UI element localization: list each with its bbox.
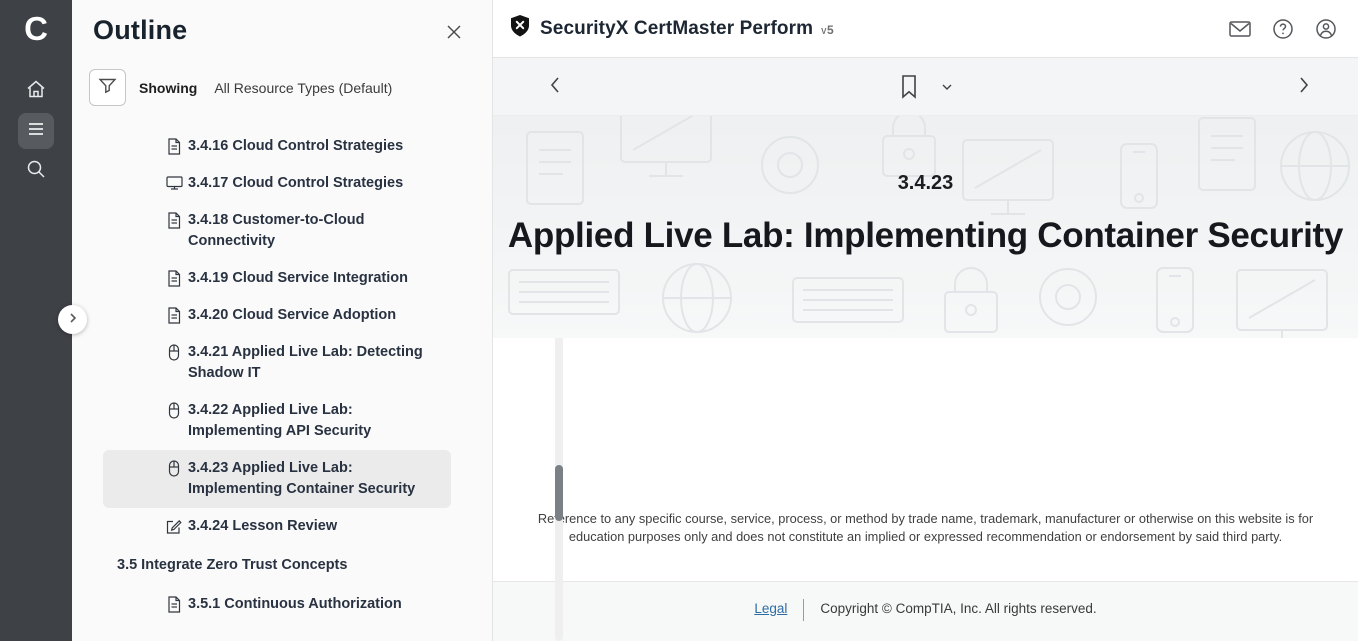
copyright-text: Copyright © CompTIA, Inc. All rights res… [820,601,1096,616]
bookmark-icon[interactable] [898,72,920,102]
app-version: v5 [821,23,834,37]
footer-divider [803,599,804,621]
monitor-icon [166,175,183,192]
outline-panel-title: Outline [93,15,492,46]
previous-lesson-button[interactable] [543,75,567,99]
outline-item[interactable]: 3.4.16 Cloud Control Strategies [103,128,451,165]
outline-panel: Outline Showing All Resource Types (Defa… [72,0,492,641]
outline-item[interactable]: 3.4.19 Cloud Service Integration [103,260,451,297]
chevron-right-icon [67,311,79,329]
outline-item-label: 3.4.17 Cloud Control Strategies [188,175,403,191]
outline-item-label: 3.4.21 Applied Live Lab: Detecting Shado… [188,344,423,381]
outline-item-label: 3.4.23 Applied Live Lab: Implementing Co… [188,460,415,497]
home-icon [25,78,47,105]
lesson-title: Applied Live Lab: Implementing Container… [493,214,1358,258]
outline-section-header: 3.5 Integrate Zero Trust Concepts [103,547,451,584]
outline-item-label: 3.4.19 Cloud Service Integration [188,270,408,286]
outline-close-button[interactable] [443,23,465,45]
rail-nav [18,73,54,189]
search-button[interactable] [18,153,54,189]
mouse-icon [166,460,183,477]
disclaimer-text: Reference to any specific course, servic… [535,510,1317,546]
mail-icon[interactable] [1228,17,1252,41]
outline-item-label: 3.4.24 Lesson Review [188,518,337,534]
outline-item[interactable]: 3.4.18 Customer-to-Cloud Connectivity [103,202,451,260]
filter-funnel-icon [97,75,118,101]
filter-button[interactable] [89,69,126,106]
document-icon [166,307,183,324]
outline-item[interactable]: 3.5.1 Continuous Authorization [103,586,451,623]
lesson-banner: 3.4.23 Applied Live Lab: Implementing Co… [493,116,1358,338]
banner-content: 3.4.23 Applied Live Lab: Implementing Co… [493,116,1358,258]
search-icon [25,158,47,185]
main-content: SecurityX CertMaster Perform v5 [492,0,1358,641]
shield-x-icon [509,14,531,43]
lesson-toolbar [493,58,1358,116]
outline-menu-button[interactable] [18,113,54,149]
content-body: Reference to any specific course, servic… [493,338,1358,581]
outline-item-label: 3.4.18 Customer-to-Cloud Connectivity [188,212,364,249]
account-icon[interactable] [1314,17,1338,41]
app-window: C [0,0,1358,641]
header-icons [1228,17,1338,41]
chevron-left-icon [548,76,562,99]
filter-showing-label: Showing [139,80,197,96]
chevron-right-icon [1297,76,1311,99]
comptia-logo-icon: C [24,9,48,49]
panel-collapse-button[interactable] [58,305,87,334]
app-title: SecurityX CertMaster Perform [540,18,813,40]
main-header: SecurityX CertMaster Perform v5 [493,0,1358,58]
menu-icon [26,119,46,144]
close-icon [445,23,463,46]
outline-item-label: 3.4.20 Cloud Service Adoption [188,307,396,323]
home-button[interactable] [18,73,54,109]
outline-item[interactable]: 3.4.23 Applied Live Lab: Implementing Co… [103,450,451,508]
outline-item-label: 3.5.1 Continuous Authorization [188,596,402,612]
legal-link[interactable]: Legal [754,601,787,616]
filter-row: Showing All Resource Types (Default) [89,69,492,106]
outline-item-label: 3.5 Integrate Zero Trust Concepts [117,557,347,573]
outline-item[interactable]: 3.4.20 Cloud Service Adoption [103,297,451,334]
document-icon [166,138,183,155]
outline-item[interactable]: 3.4.17 Cloud Control Strategies [103,165,451,202]
next-lesson-button[interactable] [1292,75,1316,99]
outline-list: 3.4.16 Cloud Control Strategies 3.4.17 C… [103,128,451,623]
outline-scrollbar-thumb[interactable] [555,465,563,521]
outline-item[interactable]: 3.4.21 Applied Live Lab: Detecting Shado… [103,334,451,392]
edit-icon [166,518,183,535]
document-icon [166,270,183,287]
mouse-icon [166,344,183,361]
footer: Legal Copyright © CompTIA, Inc. All righ… [493,581,1358,641]
outline-item[interactable]: 3.4.22 Applied Live Lab: Implementing AP… [103,392,451,450]
lesson-number: 3.4.23 [493,169,1358,197]
help-icon[interactable] [1271,17,1295,41]
footer-inner: Legal Copyright © CompTIA, Inc. All righ… [754,601,1096,641]
outline-item-label: 3.4.22 Applied Live Lab: Implementing AP… [188,402,371,439]
outline-item[interactable]: 3.4.24 Lesson Review [103,508,451,545]
chevron-down-icon[interactable] [940,80,954,94]
document-icon [166,212,183,229]
outline-item-label: 3.4.16 Cloud Control Strategies [188,138,403,154]
filter-value: All Resource Types (Default) [214,80,392,96]
mouse-icon [166,402,183,419]
document-icon [166,596,183,613]
bookmark-controls [898,72,954,102]
